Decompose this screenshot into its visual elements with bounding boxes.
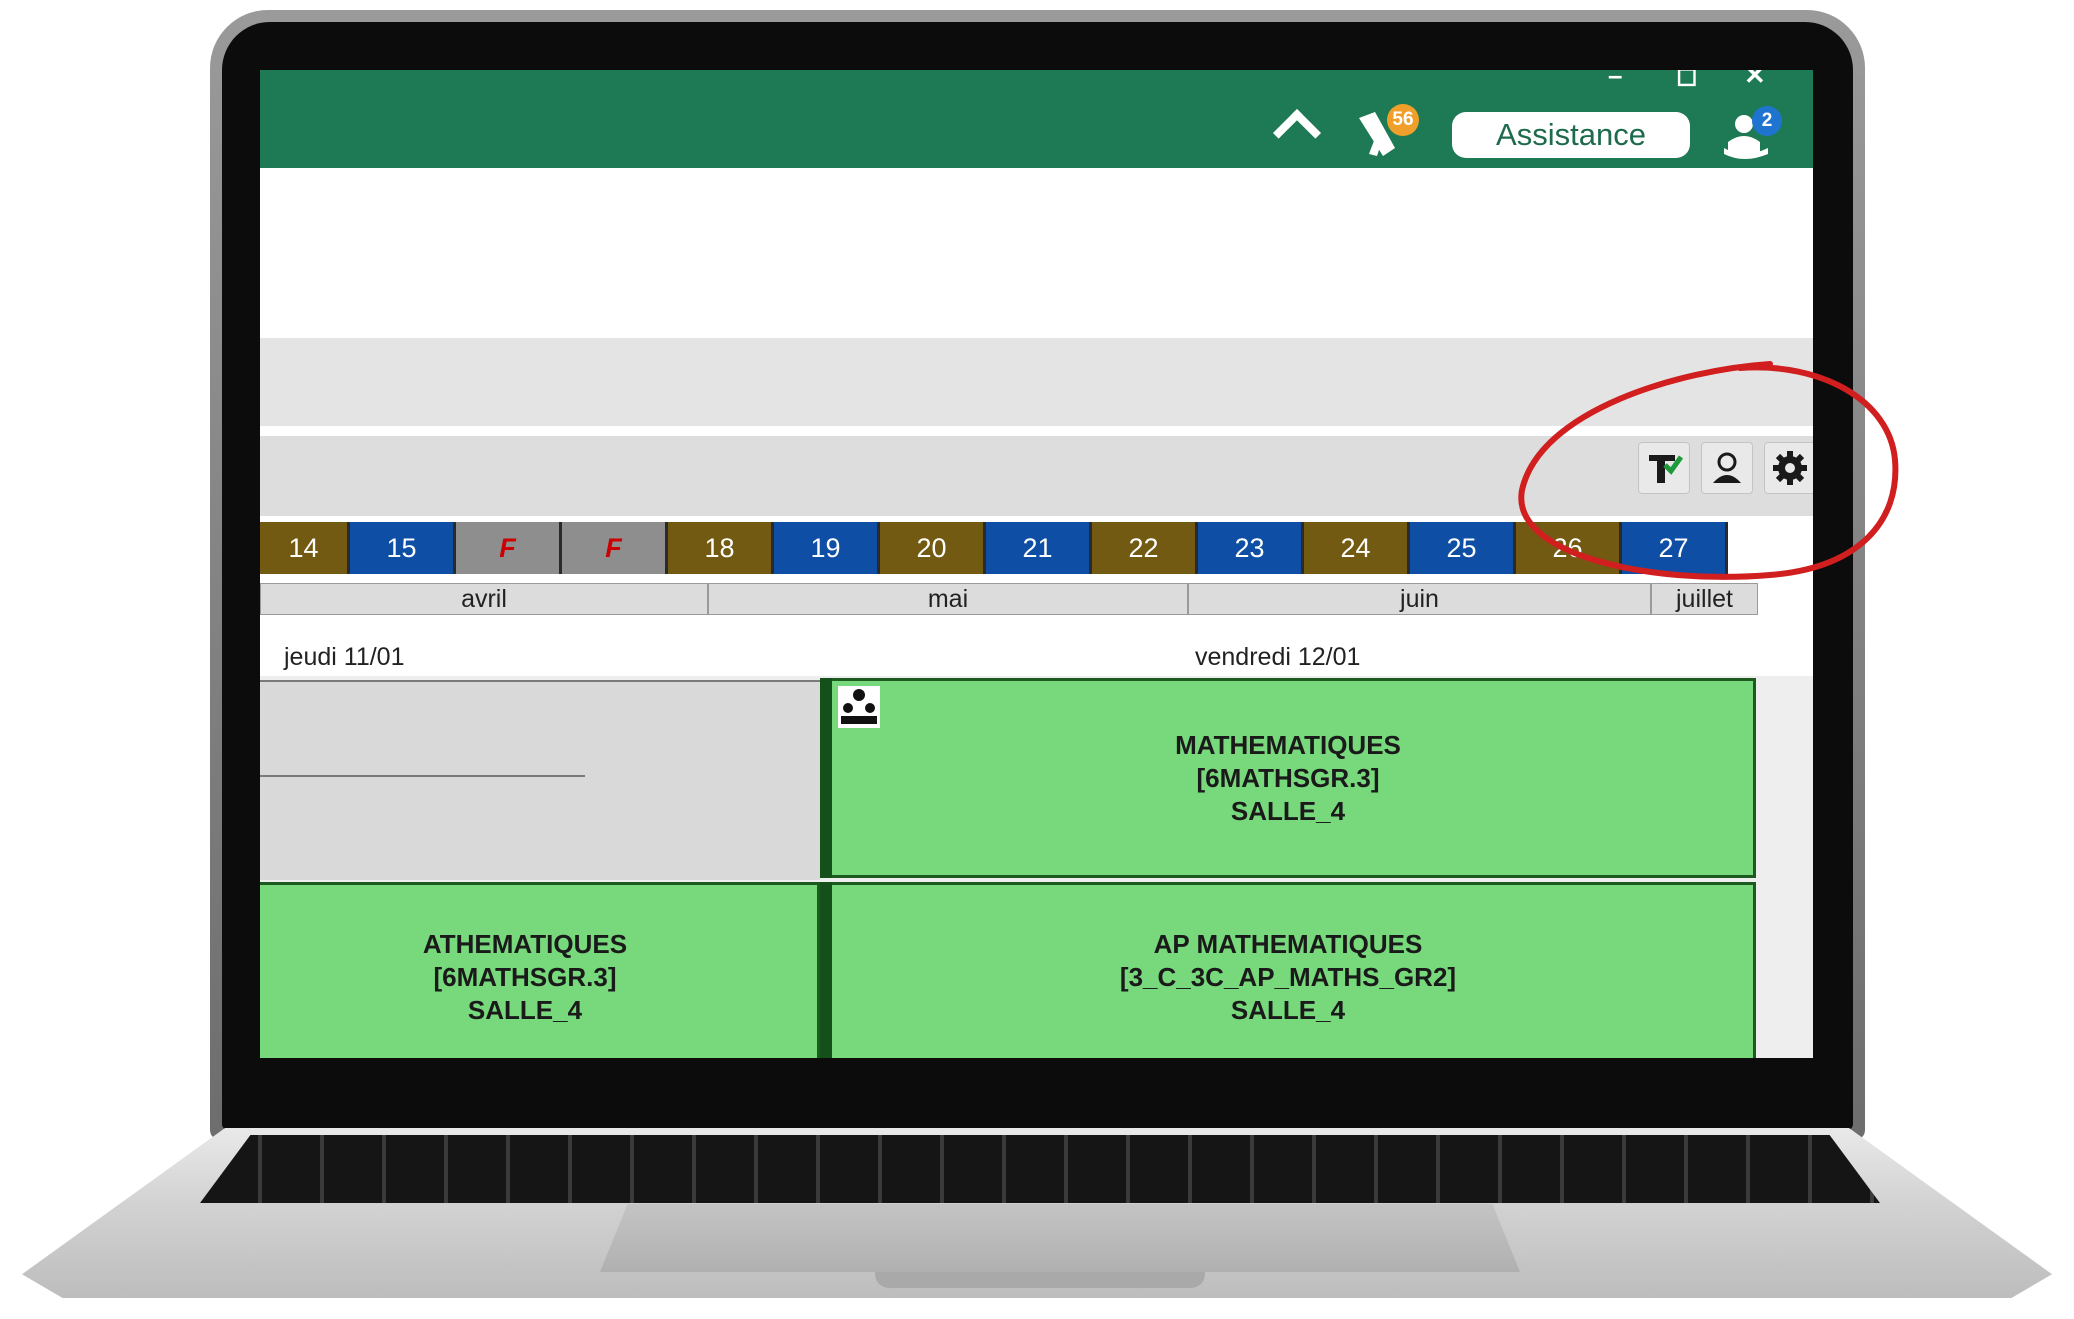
week-24[interactable]: 24 [1304,522,1410,574]
course-color-bar [820,882,832,1058]
week-holiday[interactable]: F [456,522,562,574]
chevron-up-icon[interactable] [1272,108,1322,158]
notification-badge: 56 [1387,104,1419,136]
app-header-bar: – ◻ ✕ 56 Assistance 2 [260,70,1813,168]
laptop-trackpad [600,1204,1520,1272]
course-subject: MATHEMATIQUES [1175,729,1401,760]
week-15[interactable]: 15 [350,522,456,574]
course-color-bar [820,678,832,878]
empty-slot[interactable] [260,680,820,880]
week-holiday[interactable]: F [562,522,668,574]
course-room: SALLE_4 [1230,994,1346,1025]
month-mai: mai [708,583,1188,615]
week-18[interactable]: 18 [668,522,774,574]
laptop-keyboard [200,1135,1880,1203]
course-group: [3_C_3C_AP_MATHS_GR2] [1119,961,1457,992]
slot-divider [260,775,585,777]
messages-button[interactable]: 2 [1722,106,1782,160]
notifications-button[interactable]: 56 [1355,104,1419,160]
week-23[interactable]: 23 [1198,522,1304,574]
close-button[interactable]: ✕ [1744,70,1766,91]
course-room: SALLE_4 [467,994,583,1025]
assistance-button[interactable]: Assistance [1452,112,1690,158]
week-21[interactable]: 21 [986,522,1092,574]
restore-button[interactable]: ◻ [1676,70,1698,91]
course-group: [6MATHSGR.3] [1196,762,1380,793]
group-icon [838,686,880,728]
minimize-button[interactable]: – [1608,70,1622,91]
week-20[interactable]: 20 [880,522,986,574]
month-avril: avril [260,583,708,615]
day-header-thursday: jeudi 11/01 [284,643,405,671]
course-card-maths[interactable]: MATHEMATIQUES [6MATHSGR.3] SALLE_4 [820,678,1756,878]
week-14[interactable]: 14 [260,522,350,574]
course-card-maths[interactable]: ATHEMATIQUES [6MATHSGR.3] SALLE_4 [260,882,820,1058]
highlight-annotation-circle [1518,361,1899,580]
laptop-notch [875,1272,1205,1288]
week-19[interactable]: 19 [774,522,880,574]
course-group: [6MATHSGR.3] [433,961,617,992]
day-header-friday: vendredi 12/01 [1195,643,1361,671]
course-subject: ATHEMATIQUES [422,928,628,959]
course-card-ap-maths[interactable]: AP MATHEMATIQUES [3_C_3C_AP_MATHS_GR2] S… [820,882,1756,1058]
messages-badge: 2 [1752,106,1782,136]
course-room: SALLE_4 [1230,795,1346,826]
course-subject: AP MATHEMATIQUES [1153,928,1423,959]
week-22[interactable]: 22 [1092,522,1198,574]
